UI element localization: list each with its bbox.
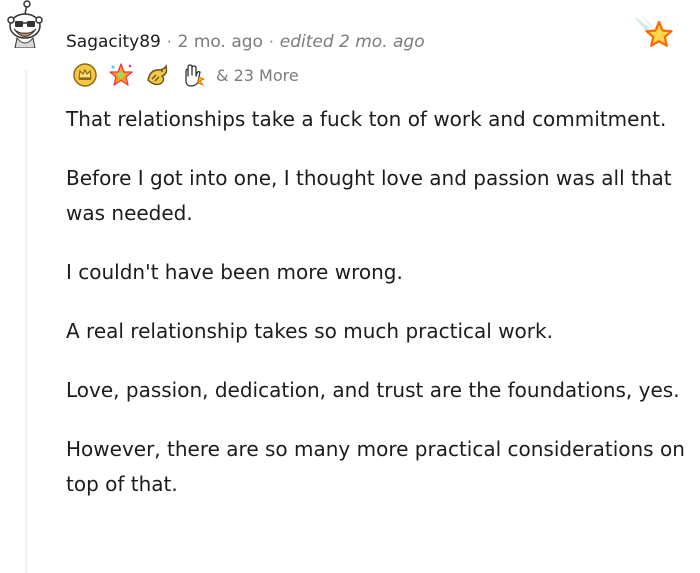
edited-timestamp: edited 2 mo. ago (279, 32, 425, 52)
comment-paragraph: I couldn't have been more wrong. (66, 260, 403, 284)
thread-line[interactable] (25, 70, 27, 573)
star-award-button[interactable] (632, 14, 678, 54)
dragon-award-icon[interactable] (144, 62, 170, 88)
comment-paragraph: Love, passion, dedication, and trust are… (66, 378, 680, 402)
comment-paragraph: Before I got into one, I thought love an… (66, 166, 672, 225)
more-awards-link[interactable]: & 23 More (216, 66, 299, 85)
comment-timestamp[interactable]: 2 mo. ago (178, 32, 263, 52)
comment-paragraph: That relationships take a fuck ton of wo… (66, 107, 667, 131)
author-username[interactable]: Sagacity89 (66, 32, 161, 52)
separator-dot: · (166, 33, 172, 51)
comment-paragraph: However, there are so many more practica… (66, 437, 685, 496)
shooting-star-icon (634, 14, 673, 47)
awards-row: & 23 More (72, 60, 299, 90)
crown-award-icon[interactable] (72, 62, 98, 88)
comment-paragraph: A real relationship takes so much practi… (66, 319, 553, 343)
comment-body: That relationships take a fuck ton of wo… (66, 102, 700, 526)
avatar-icon (7, 0, 43, 49)
user-avatar[interactable] (5, 0, 45, 49)
hand-clap-award-icon[interactable] (180, 62, 206, 88)
comment-header: Sagacity89 · 2 mo. ago · edited 2 mo. ag… (66, 28, 425, 56)
rainbow-star-award-icon[interactable] (108, 62, 134, 88)
separator-dot: · (268, 33, 274, 51)
